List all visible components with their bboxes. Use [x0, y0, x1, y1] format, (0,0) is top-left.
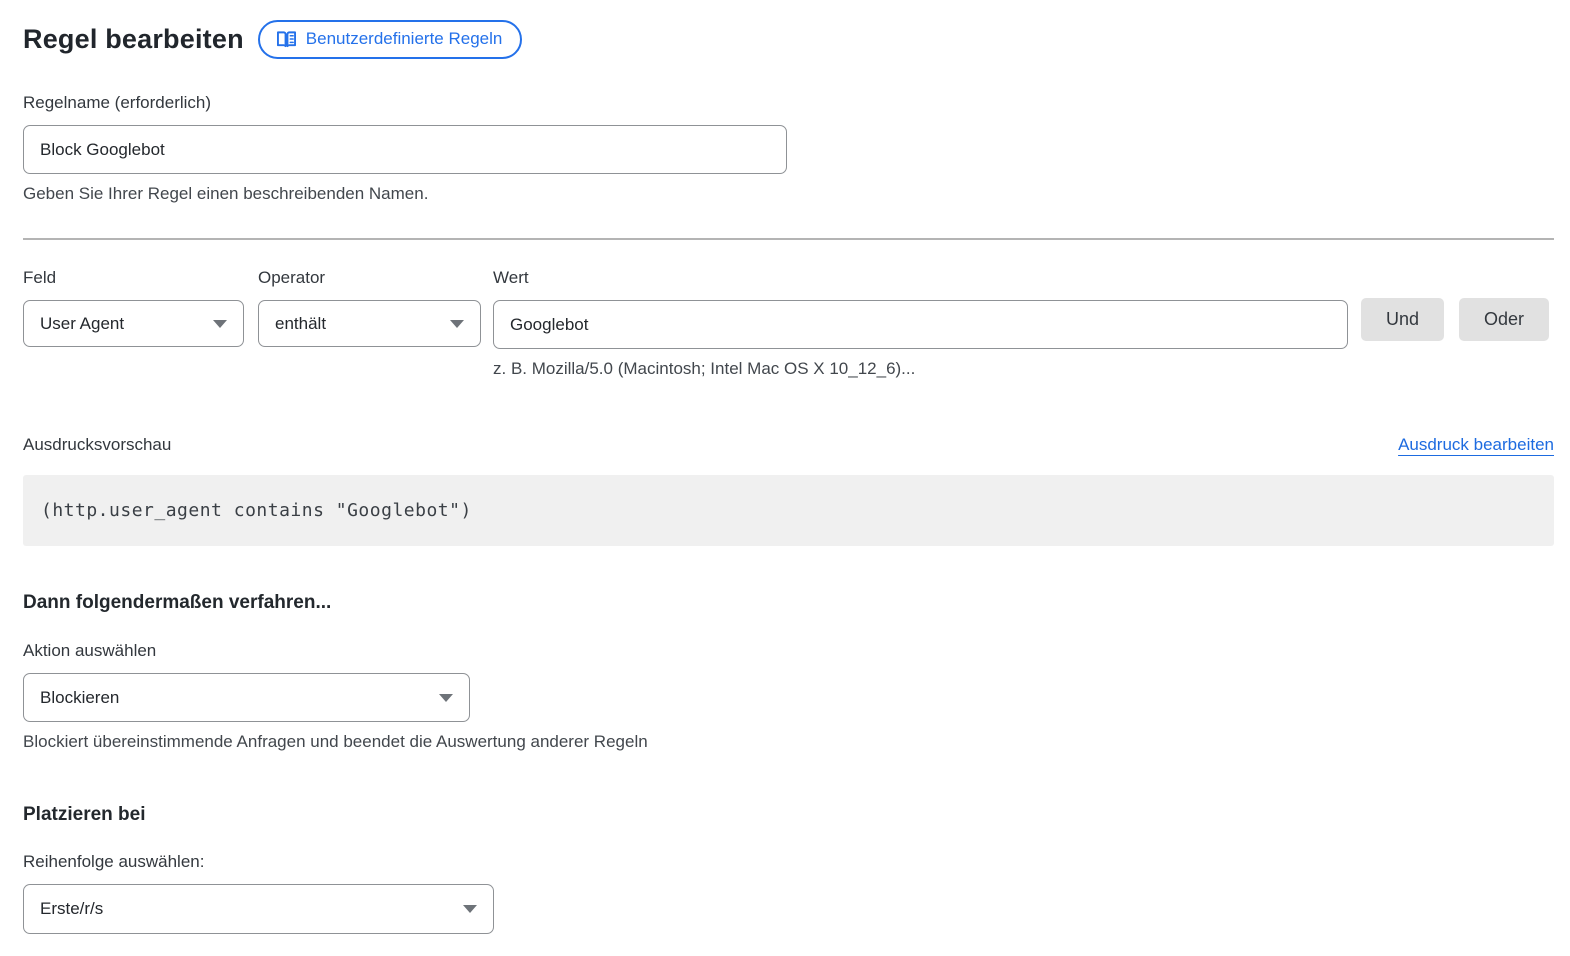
- rule-name-input[interactable]: [23, 125, 787, 174]
- value-column: Wert z. B. Mozilla/5.0 (Macintosh; Intel…: [493, 268, 1348, 379]
- action-heading: Dann folgendermaßen verfahren...: [23, 592, 1554, 614]
- expression-section: Ausdrucksvorschau Ausdruck bearbeiten (h…: [23, 435, 1554, 546]
- field-select[interactable]: User Agent: [23, 300, 244, 347]
- operator-label: Operator: [258, 268, 481, 288]
- placement-section: Platzieren bei Reihenfolge auswählen: Er…: [23, 804, 1554, 934]
- chevron-down-icon: [450, 320, 464, 328]
- value-help: z. B. Mozilla/5.0 (Macintosh; Intel Mac …: [493, 359, 1348, 379]
- action-select[interactable]: Blockieren: [23, 673, 470, 722]
- rule-name-section: Regelname (erforderlich) Geben Sie Ihrer…: [23, 93, 1554, 204]
- logic-buttons: Und Oder: [1361, 268, 1549, 341]
- condition-section: Feld User Agent Operator enthält Wert z.…: [23, 268, 1554, 379]
- placement-label: Reihenfolge auswählen:: [23, 852, 1554, 872]
- action-section: Dann folgendermaßen verfahren... Aktion …: [23, 592, 1554, 752]
- edit-rule-page: Regel bearbeiten Benutzerdefinierte Rege…: [0, 0, 1570, 934]
- open-book-icon: [276, 30, 297, 49]
- rule-name-help: Geben Sie Ihrer Regel einen beschreibend…: [23, 184, 1554, 204]
- value-label: Wert: [493, 268, 1348, 288]
- order-select-value: Erste/r/s: [40, 899, 103, 919]
- field-select-value: User Agent: [40, 314, 124, 334]
- action-help: Blockiert übereinstimmende Anfragen und …: [23, 732, 1554, 752]
- operator-select-value: enthält: [275, 314, 326, 334]
- expression-preview-box: (http.user_agent contains "Googlebot"): [23, 475, 1554, 546]
- value-input[interactable]: [493, 300, 1348, 349]
- chevron-down-icon: [463, 905, 477, 913]
- chevron-down-icon: [439, 694, 453, 702]
- operator-select[interactable]: enthält: [258, 300, 481, 347]
- custom-rules-docs-badge-label: Benutzerdefinierte Regeln: [306, 29, 503, 49]
- order-select[interactable]: Erste/r/s: [23, 884, 494, 934]
- and-button[interactable]: Und: [1361, 298, 1444, 341]
- action-select-value: Blockieren: [40, 688, 119, 708]
- section-divider: [23, 238, 1554, 240]
- rule-name-label: Regelname (erforderlich): [23, 93, 1554, 113]
- expression-code: (http.user_agent contains "Googlebot"): [41, 500, 472, 521]
- or-button[interactable]: Oder: [1459, 298, 1549, 341]
- custom-rules-docs-badge[interactable]: Benutzerdefinierte Regeln: [258, 20, 523, 59]
- page-title: Regel bearbeiten: [23, 24, 244, 55]
- field-label: Feld: [23, 268, 244, 288]
- placement-heading: Platzieren bei: [23, 804, 1554, 826]
- operator-column: Operator enthält: [258, 268, 481, 347]
- page-header: Regel bearbeiten Benutzerdefinierte Rege…: [23, 20, 1554, 59]
- expression-preview-label: Ausdrucksvorschau: [23, 435, 171, 455]
- field-column: Feld User Agent: [23, 268, 244, 347]
- action-label: Aktion auswählen: [23, 641, 1554, 661]
- edit-expression-link[interactable]: Ausdruck bearbeiten: [1398, 435, 1554, 455]
- chevron-down-icon: [213, 320, 227, 328]
